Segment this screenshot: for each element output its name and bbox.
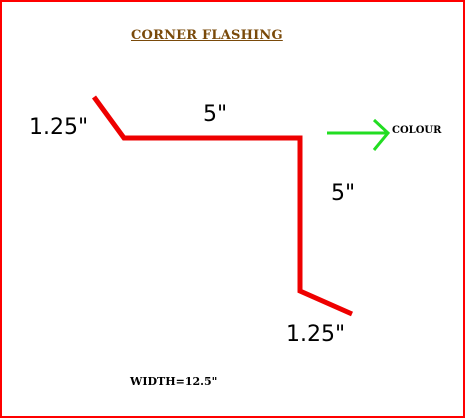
bottom-flange-dimension: 1.25"	[286, 322, 346, 347]
left-flange-dimension: 1.25"	[29, 115, 89, 140]
right-segment-dimension: 5"	[331, 181, 356, 206]
right-arrow-icon	[327, 118, 391, 151]
diagram-title: CORNER FLASHING	[131, 28, 283, 43]
flashing-profile-line	[91, 95, 354, 317]
flashing-diagram	[91, 95, 391, 317]
width-label: WIDTH=12.5"	[130, 375, 218, 388]
top-segment-dimension: 5"	[203, 102, 228, 127]
colour-label: COLOUR	[392, 125, 442, 136]
